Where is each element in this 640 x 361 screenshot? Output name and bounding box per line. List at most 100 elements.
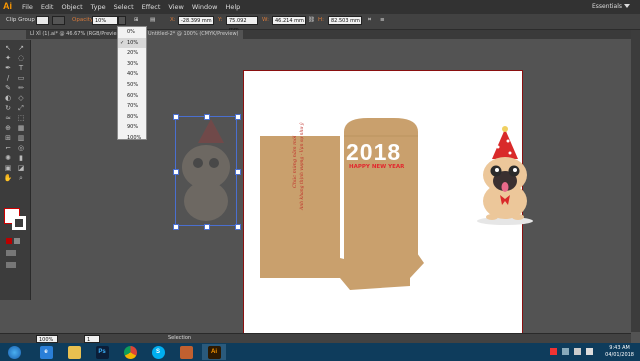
eyedropper-icon[interactable]: ⌐ bbox=[3, 144, 13, 153]
rectangle-tool-icon[interactable]: ▭ bbox=[16, 74, 26, 83]
illustrator-logo: Ai bbox=[3, 1, 12, 11]
taskbar-app[interactable] bbox=[174, 344, 198, 360]
h-field[interactable]: 82.503 mm bbox=[328, 16, 362, 25]
opacity-field[interactable]: 10% bbox=[92, 16, 118, 25]
paintbrush-icon[interactable]: ✎ bbox=[3, 84, 13, 93]
line-tool-icon[interactable]: / bbox=[3, 74, 13, 83]
draw-mode-icon[interactable] bbox=[6, 250, 16, 256]
network-icon[interactable] bbox=[574, 348, 581, 355]
menu-edit[interactable]: Edit bbox=[41, 3, 54, 11]
control-bar: Clip Group Opacity: 10% ⊞ ▤ X: -28.399 m… bbox=[0, 14, 640, 33]
blob-brush-icon[interactable]: ◐ bbox=[3, 94, 13, 103]
slice-tool-icon[interactable]: ◪ bbox=[16, 164, 26, 173]
type-tool-icon[interactable]: T bbox=[16, 64, 26, 73]
menu-file[interactable]: File bbox=[22, 3, 33, 11]
blend-tool-icon[interactable]: ◎ bbox=[16, 144, 26, 153]
selection-tool-icon[interactable]: ↖ bbox=[3, 44, 13, 53]
selection-handle[interactable] bbox=[235, 114, 241, 120]
workspace-switcher[interactable]: Essentials bbox=[592, 3, 622, 10]
main-menu: File Edit Object Type Select Effect View… bbox=[22, 3, 240, 11]
gradient-tool-icon[interactable]: ▥ bbox=[16, 134, 26, 143]
selection-handle[interactable] bbox=[173, 169, 179, 175]
width-tool-icon[interactable]: ≈ bbox=[3, 114, 13, 123]
stroke-swatch[interactable] bbox=[52, 16, 65, 25]
opacity-option-selected[interactable]: 10% bbox=[118, 37, 146, 49]
shape-builder-icon[interactable]: ⊕ bbox=[3, 124, 13, 133]
taskbar-internet-explorer[interactable]: e bbox=[34, 344, 58, 360]
opacity-option[interactable]: 20% bbox=[118, 48, 146, 59]
y-field[interactable]: 75.092 mm bbox=[226, 16, 258, 33]
volume-icon[interactable] bbox=[586, 348, 593, 355]
hand-tool-icon[interactable]: ✋ bbox=[3, 174, 13, 183]
chevron-down-icon[interactable] bbox=[624, 4, 630, 8]
selection-handle[interactable] bbox=[235, 224, 241, 230]
taskbar-photoshop[interactable]: Ps bbox=[90, 344, 114, 360]
transform-icon[interactable]: ⌗ bbox=[368, 17, 371, 24]
menu-type[interactable]: Type bbox=[91, 3, 106, 11]
opacity-option[interactable]: 100% bbox=[118, 133, 146, 144]
perspective-grid-icon[interactable]: ▦ bbox=[16, 124, 26, 133]
direct-selection-tool-icon[interactable]: ↗ bbox=[16, 44, 26, 53]
selection-handle[interactable] bbox=[173, 114, 179, 120]
opacity-option[interactable]: 60% bbox=[118, 91, 146, 102]
selection-handle[interactable] bbox=[235, 169, 241, 175]
selected-clip-group[interactable] bbox=[175, 116, 237, 226]
rotate-icon[interactable]: ↻ bbox=[3, 104, 13, 113]
opacity-option[interactable]: 70% bbox=[118, 101, 146, 112]
selection-handle[interactable] bbox=[204, 114, 210, 120]
taskbar-file-explorer[interactable] bbox=[62, 344, 86, 360]
tray-icon[interactable] bbox=[562, 348, 569, 355]
menu-icon[interactable]: ≡ bbox=[380, 17, 385, 23]
recolor-icon[interactable]: ⊞ bbox=[134, 17, 139, 23]
zoom-field[interactable]: 100% bbox=[36, 335, 58, 343]
scale-icon[interactable]: ⤢ bbox=[16, 104, 26, 113]
fill-swatch[interactable] bbox=[36, 16, 49, 25]
free-transform-icon[interactable]: ⬚ bbox=[16, 114, 26, 123]
symbol-sprayer-icon[interactable]: ✺ bbox=[3, 154, 13, 163]
screen-mode-icon[interactable] bbox=[6, 262, 16, 268]
windows-start-button[interactable] bbox=[2, 344, 26, 360]
tray-icon[interactable] bbox=[550, 348, 557, 355]
opacity-option[interactable]: 40% bbox=[118, 69, 146, 80]
taskbar-illustrator[interactable]: Ai bbox=[202, 344, 226, 360]
magic-wand-icon[interactable]: ✦ bbox=[3, 54, 13, 63]
mesh-tool-icon[interactable]: ⊞ bbox=[3, 134, 13, 143]
pencil-icon[interactable]: ✏ bbox=[16, 84, 26, 93]
eraser-icon[interactable]: ◇ bbox=[16, 94, 26, 103]
taskbar-chrome[interactable] bbox=[118, 344, 142, 360]
tab-untitled-2[interactable]: Untitled-2* @ 100% (CMYK/Preview) bbox=[144, 30, 243, 39]
taskbar-skype[interactable]: S bbox=[146, 344, 170, 360]
selection-handle[interactable] bbox=[173, 224, 179, 230]
opacity-option[interactable]: 80% bbox=[118, 112, 146, 123]
lasso-icon[interactable]: ◌ bbox=[16, 54, 26, 63]
menu-effect[interactable]: Effect bbox=[142, 3, 161, 11]
menu-select[interactable]: Select bbox=[114, 3, 134, 11]
tab-lixi[interactable]: LÌ XÌ (1).ai* @ 46.67% (RGB/Previe... bbox=[26, 30, 126, 39]
opacity-option[interactable]: 50% bbox=[118, 80, 146, 91]
opacity-option[interactable]: 30% bbox=[118, 59, 146, 70]
current-tool-label: Selection bbox=[168, 335, 192, 341]
align-icon[interactable]: ▤ bbox=[150, 17, 155, 23]
menu-help[interactable]: Help bbox=[225, 3, 240, 11]
opacity-option[interactable]: 90% bbox=[118, 122, 146, 133]
menu-window[interactable]: Window bbox=[192, 3, 218, 11]
link-icon[interactable]: ⛓ bbox=[308, 17, 315, 23]
artboard-tool-icon[interactable]: ▣ bbox=[3, 164, 13, 173]
selection-handle[interactable] bbox=[204, 224, 210, 230]
pug-illustration[interactable] bbox=[470, 125, 540, 230]
right-panel-dock[interactable] bbox=[631, 30, 640, 332]
stroke-color-icon[interactable] bbox=[12, 216, 26, 230]
color-mode-icon[interactable] bbox=[6, 238, 12, 244]
zoom-tool-icon[interactable]: ⌕ bbox=[16, 174, 26, 183]
opacity-dropdown-button[interactable] bbox=[118, 16, 126, 25]
artboard-number-field[interactable]: 1 bbox=[84, 335, 100, 343]
graph-tool-icon[interactable]: ▮ bbox=[16, 154, 26, 163]
x-field[interactable]: -28.399 mm bbox=[178, 16, 214, 25]
pen-tool-icon[interactable]: ✒ bbox=[3, 64, 13, 73]
w-field[interactable]: 46.214 mm bbox=[272, 16, 306, 25]
system-clock[interactable]: 9:43 AM 04/01/2018 bbox=[605, 345, 634, 359]
menu-view[interactable]: View bbox=[168, 3, 183, 11]
menu-object[interactable]: Object bbox=[61, 3, 82, 11]
gradient-mode-icon[interactable] bbox=[14, 238, 20, 244]
opacity-option[interactable]: 0% bbox=[118, 27, 146, 38]
